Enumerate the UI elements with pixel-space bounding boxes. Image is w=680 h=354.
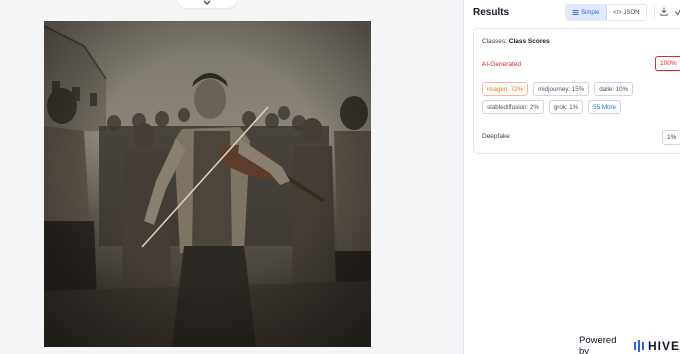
powered-by-footer: Powered by HIVE xyxy=(579,335,680,354)
source-tag-midjourney: midjourney: 15% xyxy=(533,82,590,96)
toolbar-divider xyxy=(654,6,655,18)
download-icon[interactable] xyxy=(660,7,668,16)
ai-generated-score-badge: 100% xyxy=(655,56,680,71)
photo-illustration xyxy=(44,21,371,347)
view-toggle: Simple </> JSON xyxy=(565,4,647,21)
analyzed-image xyxy=(44,21,371,347)
json-view-button[interactable]: </> JSON xyxy=(607,5,647,20)
class-scores-card: Classes: Class Scores AI-Generated 100% … xyxy=(473,28,680,154)
results-panel: Results Simple </> JSON Classes: Class S… xyxy=(463,0,680,354)
deepfake-label: Deepfake xyxy=(482,133,510,140)
source-tag-imagen: imagen: 72% xyxy=(482,82,529,96)
hive-brand[interactable]: HIVE xyxy=(633,339,680,353)
json-view-label: </> JSON xyxy=(613,9,640,16)
source-tag-dalle: dalle: 10% xyxy=(594,82,634,96)
generator-source-tags: imagen: 72% midjourney: 15% dalle: 10% s… xyxy=(482,82,680,114)
collapse-toggle[interactable] xyxy=(177,0,237,8)
powered-by-label: Powered by xyxy=(579,335,617,354)
classes-heading: Classes: Class Scores xyxy=(482,38,550,45)
hive-brand-text: HIVE xyxy=(647,339,680,353)
image-preview-pane xyxy=(0,0,463,354)
source-tag-stablediffusion: stablediffusion: 2% xyxy=(482,100,544,114)
classes-prefix: Classes: xyxy=(482,38,507,45)
ai-generated-label: AI-Generated xyxy=(482,61,522,68)
hive-logo-icon xyxy=(633,340,644,352)
list-icon xyxy=(572,10,579,15)
chevron-down-icon xyxy=(203,0,211,5)
simple-view-button[interactable]: Simple xyxy=(566,5,607,20)
share-icon[interactable] xyxy=(674,7,680,16)
deepfake-score-badge: 1% xyxy=(662,130,680,145)
source-tag-grok: grok: 1% xyxy=(548,100,584,114)
simple-view-label: Simple xyxy=(581,9,600,16)
results-title: Results xyxy=(473,7,510,18)
result-tools xyxy=(660,7,680,16)
more-sources-button[interactable]: 55 More xyxy=(588,100,621,114)
classes-title: Class Scores xyxy=(508,38,550,45)
